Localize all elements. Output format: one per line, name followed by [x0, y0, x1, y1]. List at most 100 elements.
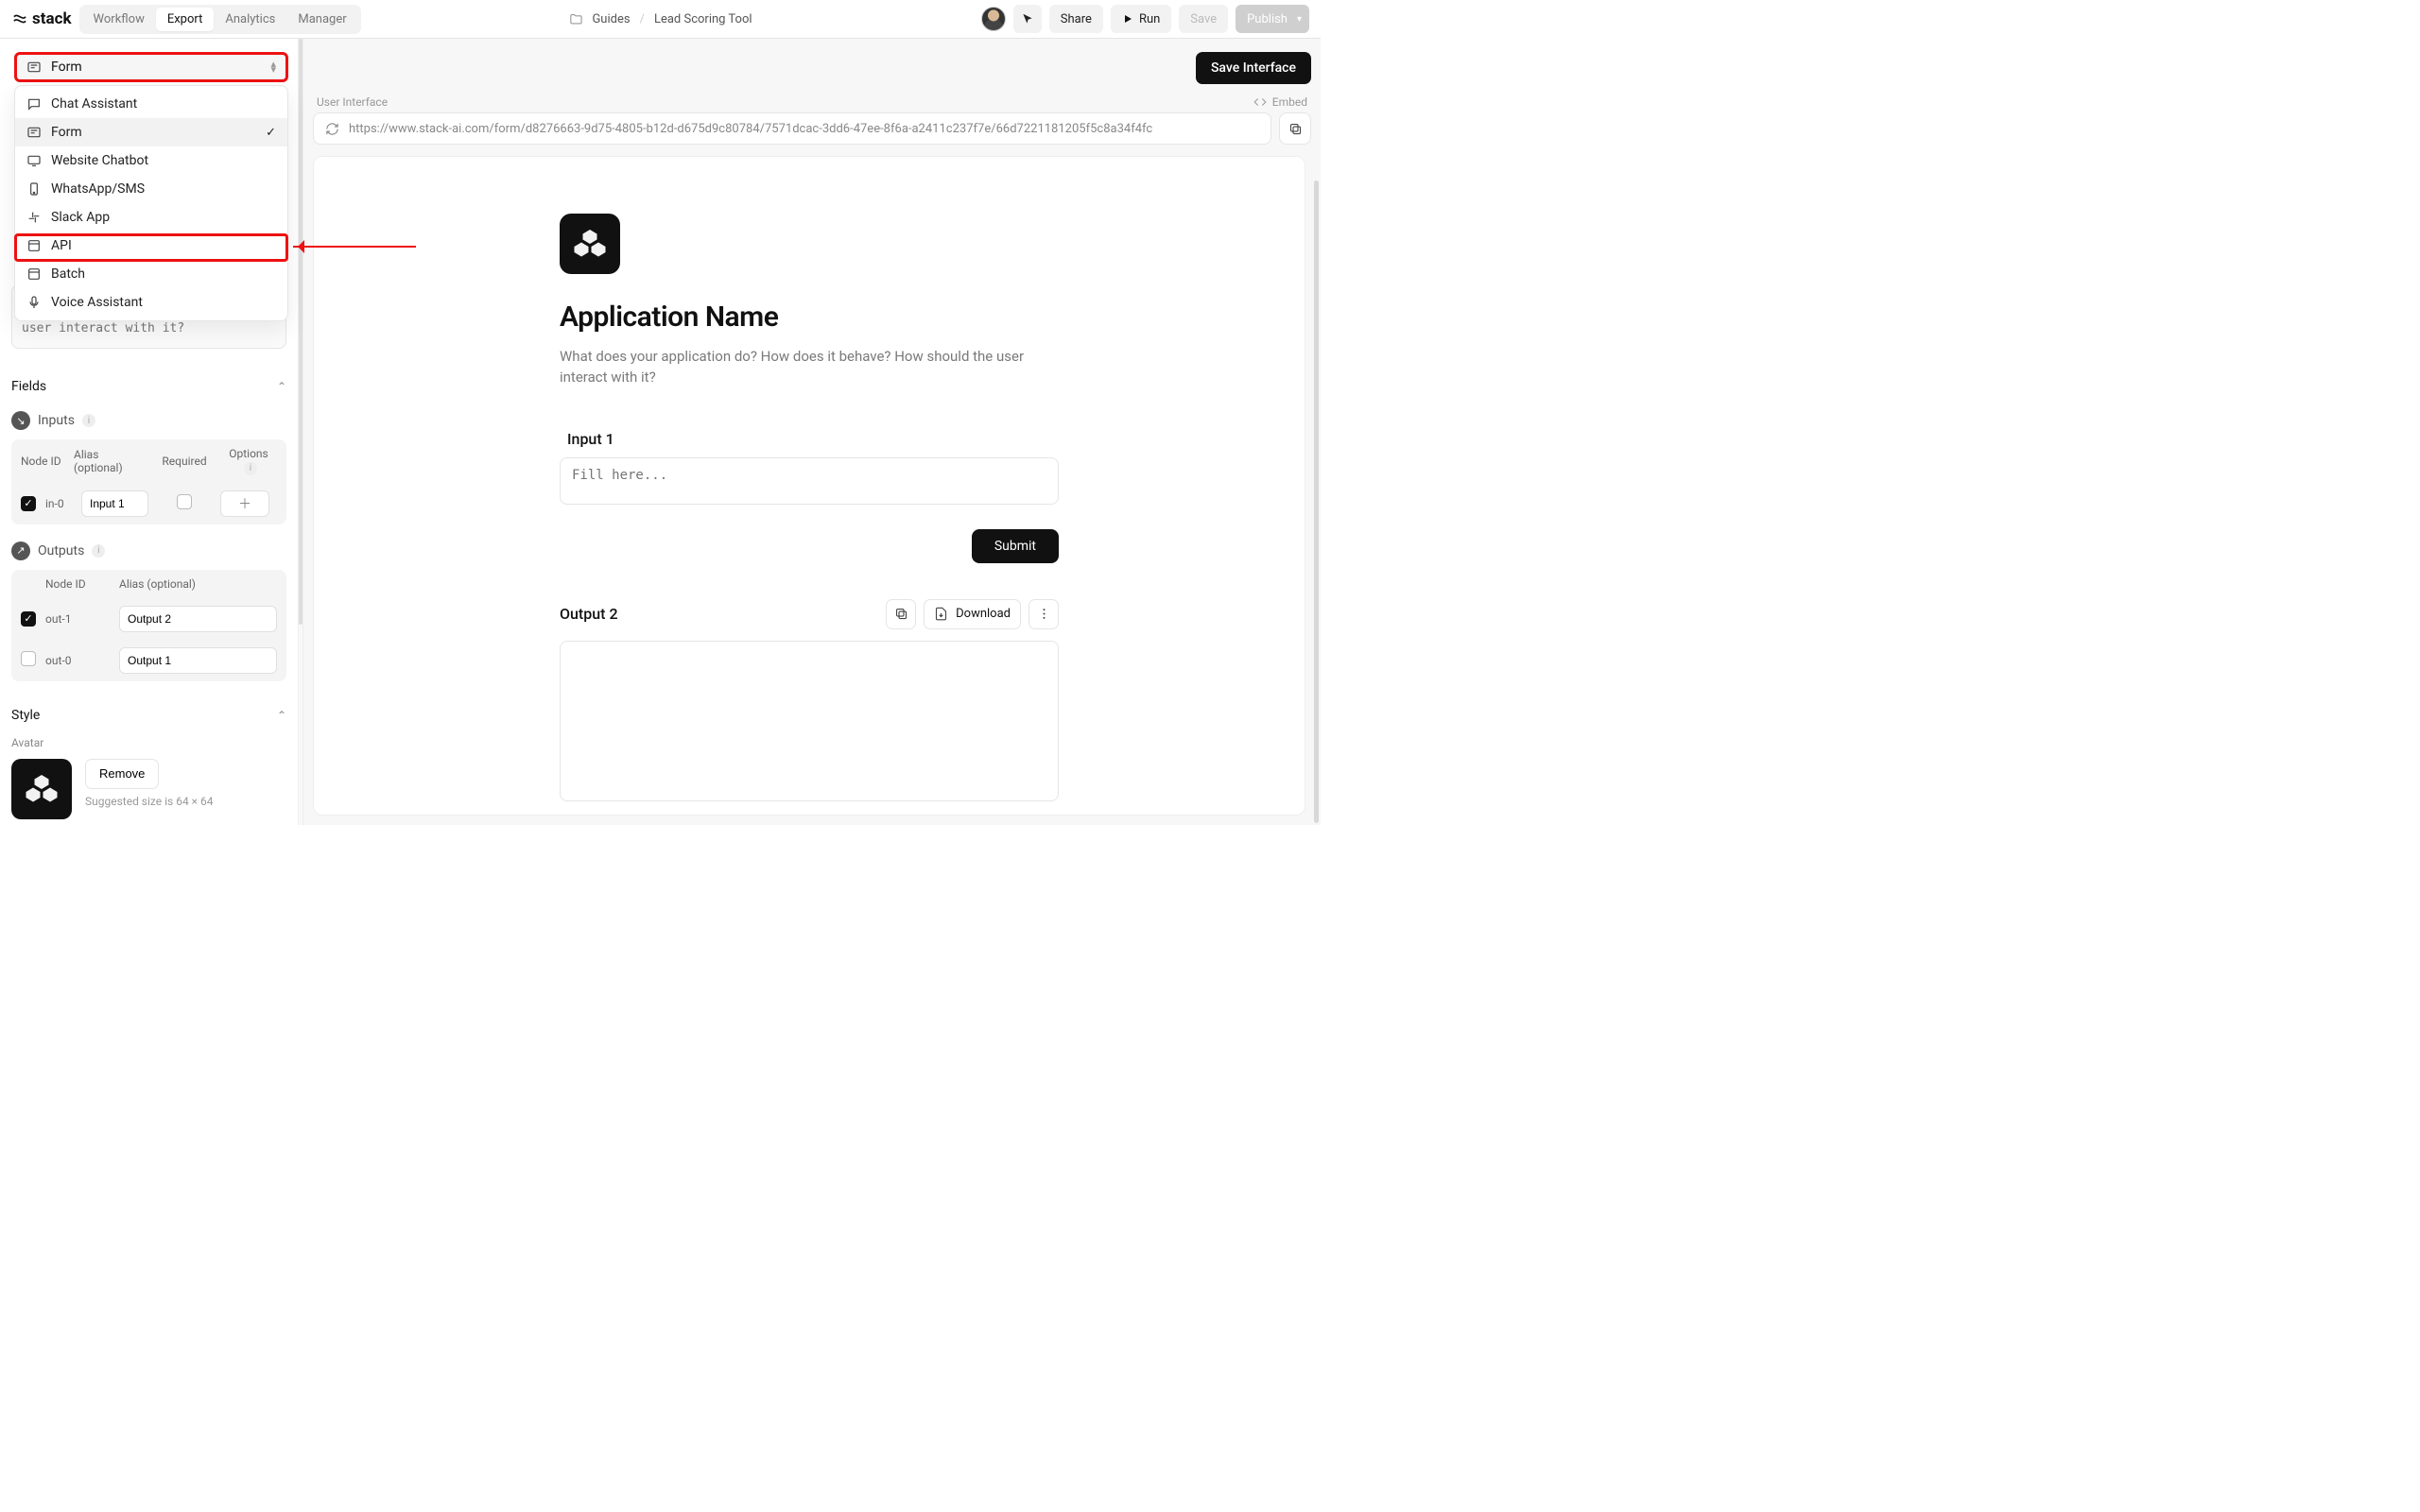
- chevron-up-icon: ⌃: [277, 380, 286, 393]
- url-text: https://www.stack-ai.com/form/d8276663-9…: [349, 122, 1152, 136]
- download-button[interactable]: Download: [924, 599, 1021, 629]
- form-icon: [26, 125, 42, 140]
- folder-icon: [568, 12, 582, 26]
- kebab-icon: [1037, 607, 1051, 621]
- form-preview: Application Name What does your applicat…: [313, 156, 1305, 816]
- breadcrumb: Guides / Lead Scoring Tool: [568, 12, 752, 26]
- chat-icon: [26, 96, 42, 112]
- run-button[interactable]: Run: [1111, 5, 1171, 33]
- cubes-icon: [25, 772, 59, 806]
- dropdown-item-website-chatbot[interactable]: Website Chatbot: [15, 146, 287, 175]
- form-description: What does your application do? How does …: [560, 347, 1051, 388]
- refresh-icon[interactable]: [325, 122, 339, 136]
- info-icon[interactable]: i: [244, 462, 257, 475]
- nav-tabs: Workflow Export Analytics Manager: [79, 5, 361, 34]
- breadcrumb-folder[interactable]: Guides: [592, 12, 630, 26]
- output-enable-checkbox[interactable]: ✓: [21, 611, 36, 627]
- tab-workflow[interactable]: Workflow: [82, 8, 156, 31]
- chevron-up-icon: ⌃: [277, 709, 286, 722]
- input-options-add-button[interactable]: ＋: [220, 490, 269, 517]
- outputs-subheader: ↗ Outputs i: [11, 541, 286, 560]
- share-button[interactable]: Share: [1049, 5, 1103, 33]
- inputs-col-options: Options i: [220, 447, 277, 475]
- inputs-col-required: Required: [156, 455, 213, 468]
- input-required-checkbox[interactable]: [177, 494, 192, 509]
- user-avatar[interactable]: [981, 7, 1006, 31]
- breadcrumb-item[interactable]: Lead Scoring Tool: [654, 12, 752, 26]
- dropdown-item-voice-assistant[interactable]: Voice Assistant: [15, 288, 287, 317]
- ui-section-label: User Interface: [317, 95, 388, 109]
- avatar-preview: [11, 759, 72, 819]
- avatar-size-hint: Suggested size is 64 × 64: [85, 795, 214, 808]
- copy-output-button[interactable]: [886, 599, 916, 629]
- main-panel: Save Interface User Interface Embed http…: [303, 39, 1321, 825]
- inputs-table-row: ✓ in-0 ＋: [11, 483, 286, 524]
- code-icon: [1253, 95, 1267, 109]
- tab-export[interactable]: Export: [156, 8, 215, 31]
- check-icon: ✓: [266, 126, 276, 140]
- embed-link[interactable]: Embed: [1272, 95, 1307, 109]
- phone-icon: [26, 181, 42, 197]
- tab-manager[interactable]: Manager: [286, 8, 357, 31]
- outputs-table-row: ✓ out-1: [11, 598, 286, 640]
- header-right: Share Run Save Publish ▾: [981, 5, 1309, 33]
- logo-icon: [11, 10, 28, 27]
- play-icon: [1122, 13, 1133, 25]
- slack-icon: [26, 210, 42, 225]
- input1-label: Input 1: [567, 430, 1059, 448]
- input1-textarea[interactable]: [560, 457, 1059, 505]
- cubes-icon: [573, 227, 607, 261]
- download-icon: [934, 607, 948, 621]
- fields-section-header[interactable]: Fields ⌃: [11, 379, 286, 394]
- save-interface-button[interactable]: Save Interface: [1196, 52, 1311, 84]
- app-header: stack Workflow Export Analytics Manager …: [0, 0, 1321, 39]
- voice-icon: [26, 295, 42, 310]
- outputs-col-alias: Alias (optional): [119, 577, 277, 591]
- dropdown-item-form[interactable]: Form ✓: [15, 118, 287, 146]
- dropdown-item-whatsapp-sms[interactable]: WhatsApp/SMS: [15, 175, 287, 203]
- dropdown-item-batch[interactable]: Batch: [15, 260, 287, 288]
- submit-button[interactable]: Submit: [972, 529, 1059, 563]
- batch-icon: [26, 266, 42, 282]
- output-alias-field[interactable]: [119, 647, 277, 674]
- preview-scrollbar[interactable]: [1314, 180, 1319, 823]
- input-enable-checkbox[interactable]: ✓: [21, 496, 36, 511]
- publish-button[interactable]: Publish ▾: [1236, 5, 1309, 33]
- input-node-id: in-0: [45, 497, 74, 510]
- form-title: Application Name: [560, 301, 1059, 334]
- avatar-remove-button[interactable]: Remove: [85, 759, 159, 789]
- interface-type-selector[interactable]: Form ▴▾: [14, 52, 288, 82]
- api-icon: [26, 238, 42, 253]
- inputs-col-alias: Alias (optional): [74, 448, 148, 474]
- input-alias-field[interactable]: [81, 490, 148, 517]
- logo: stack: [11, 9, 72, 28]
- save-button[interactable]: Save: [1179, 5, 1228, 33]
- inputs-table: Node ID Alias (optional) Required Option…: [11, 439, 286, 524]
- form-logo: [560, 214, 620, 274]
- dropdown-item-slack-app[interactable]: Slack App: [15, 203, 287, 232]
- output-more-button[interactable]: [1028, 599, 1059, 629]
- chevron-updown-icon: ▴▾: [270, 61, 276, 73]
- interface-type-dropdown: Chat Assistant Form ✓ Website Chatbot Wh…: [14, 85, 288, 321]
- chatbot-icon: [26, 153, 42, 168]
- output-alias-field[interactable]: [119, 606, 277, 632]
- outputs-table-row: out-0: [11, 640, 286, 681]
- dropdown-item-api[interactable]: API: [15, 232, 287, 260]
- output2-label: Output 2: [560, 605, 618, 623]
- cursor-mode-button[interactable]: [1013, 5, 1042, 33]
- dropdown-item-chat-assistant[interactable]: Chat Assistant: [15, 90, 287, 118]
- annotation-arrow: [293, 246, 416, 248]
- info-icon[interactable]: i: [92, 544, 105, 558]
- copy-icon: [1288, 122, 1303, 136]
- url-field[interactable]: https://www.stack-ai.com/form/d8276663-9…: [313, 112, 1271, 145]
- copy-url-button[interactable]: [1279, 112, 1311, 145]
- output-node-id: out-1: [45, 612, 112, 626]
- output-node-id: out-0: [45, 654, 112, 667]
- cursor-icon: [1021, 12, 1034, 26]
- output-enable-checkbox[interactable]: [21, 651, 36, 666]
- output-box: [560, 641, 1059, 801]
- outputs-table: Node ID Alias (optional) ✓ out-1 out-0: [11, 570, 286, 681]
- info-icon[interactable]: i: [82, 414, 95, 427]
- style-section-header[interactable]: Style ⌃: [11, 708, 286, 723]
- tab-analytics[interactable]: Analytics: [214, 8, 286, 31]
